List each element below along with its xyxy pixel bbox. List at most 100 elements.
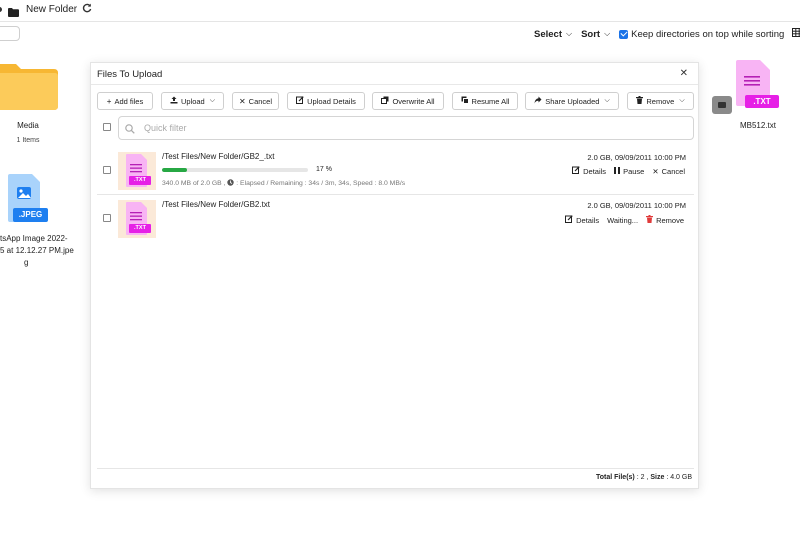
remove-button[interactable]: Remove ⌵: [627, 92, 694, 110]
sort-label: Sort: [581, 28, 601, 40]
upload-progress-bar: [162, 168, 308, 172]
grid-view-icon[interactable]: [792, 28, 800, 40]
file-type-badge: [712, 96, 732, 114]
remove-label: Remove: [646, 96, 675, 106]
cancel-button[interactable]: ✕ Cancel: [232, 92, 279, 110]
size-label: Size: [650, 474, 665, 481]
jpeg-file-name-2: 5 at 12.12.27 PM.jpe: [0, 246, 74, 255]
progress-fill: [162, 168, 187, 172]
size-value: : 4.0 GB: [666, 474, 692, 481]
dot-icon: [0, 7, 2, 12]
jpeg-file-name-3: g: [24, 258, 29, 267]
edit-icon: [565, 215, 573, 225]
add-files-label: Add files: [114, 96, 144, 106]
cancel-label: Cancel: [248, 96, 273, 106]
divider: [91, 84, 698, 85]
file-path: /Test Files/New Folder/GB2.txt: [162, 200, 271, 209]
overwrite-all-label: Overwrite All: [392, 96, 435, 106]
total-files-value: : 2 ,: [636, 474, 649, 481]
media-folder-count: 1 Items: [16, 137, 40, 144]
clock-icon: [227, 179, 235, 187]
upload-details-button[interactable]: Upload Details: [287, 92, 365, 110]
close-icon[interactable]: ✕: [680, 68, 688, 79]
cancel-upload-label: Cancel: [661, 166, 685, 176]
txt-badge: .TXT: [745, 95, 779, 108]
resume-all-label: Resume All: [471, 96, 510, 106]
chevron-down-icon: ⌵: [209, 97, 216, 104]
txt-badge: .TXT: [129, 176, 151, 185]
divider: [97, 468, 694, 469]
total-files-label: Total File(s): [595, 474, 635, 481]
row-checkbox[interactable]: [103, 214, 111, 222]
jpeg-file-name-1: tsApp Image 2022-: [0, 234, 68, 243]
file-meta: 2.0 GB, 09/09/2011 10:00 PM: [587, 201, 686, 210]
trash-icon: [646, 215, 654, 225]
remove-row-label: Remove: [656, 215, 684, 225]
upload-label: Upload: [180, 96, 205, 106]
divider: [97, 194, 694, 195]
upload-icon: [170, 96, 178, 106]
pause-button[interactable]: Pause: [614, 166, 645, 176]
file-path: /Test Files/New Folder/GB2_.txt: [162, 152, 275, 161]
row-actions: Details Waiting... Remove: [565, 215, 684, 225]
dialog-title: Files To Upload: [97, 69, 163, 80]
quick-filter-placeholder: Quick filter: [144, 123, 187, 133]
view-toolbar: Select ⌵ Sort ⌵ Keep directories on top wh…: [534, 28, 800, 40]
txt-thumbnail: .TXT: [118, 152, 156, 190]
edit-icon: [296, 96, 304, 106]
timing-stats: : Elapsed / Remaining : 34s / 3m, 34s, S…: [236, 180, 406, 187]
overwrite-all-button[interactable]: Overwrite All: [372, 92, 444, 110]
txt-thumbnail: .TXT: [118, 200, 156, 238]
keep-directories-checkbox[interactable]: [619, 29, 629, 39]
quick-filter-input[interactable]: Quick filter: [118, 116, 694, 140]
search-input[interactable]: [0, 26, 20, 41]
share-icon: [534, 96, 542, 106]
file-meta: 2.0 GB, 09/09/2011 10:00 PM: [587, 153, 686, 162]
select-all-checkbox[interactable]: [103, 123, 111, 131]
cancel-upload-button[interactable]: ✕ Cancel: [652, 167, 685, 176]
chevron-down-icon: ⌵: [604, 29, 611, 38]
copy-icon: [381, 96, 389, 106]
keep-directories-label: Keep directories on top while sorting: [631, 28, 785, 40]
jpeg-badge: .JPEG: [13, 208, 48, 222]
details-label: Details: [576, 215, 600, 225]
plus-icon: +: [106, 96, 112, 106]
media-folder-tile[interactable]: [0, 62, 58, 115]
close-icon: ✕: [652, 166, 659, 176]
refresh-icon[interactable]: [82, 3, 92, 16]
divider: [0, 21, 800, 22]
progress-percent: 17 %: [316, 166, 332, 173]
search-icon: [125, 121, 135, 134]
status-text: Waiting...: [607, 215, 639, 225]
chevron-down-icon: ⌵: [604, 97, 610, 104]
row-checkbox[interactable]: [103, 166, 111, 174]
upload-button[interactable]: Upload ⌵: [161, 92, 224, 110]
details-button[interactable]: Details: [565, 215, 599, 225]
edit-icon: [572, 166, 580, 176]
upload-stats: 340.0 MB of 2.0 GB , : Elapsed / Remaini…: [162, 179, 405, 187]
sort-button[interactable]: Sort ⌵: [581, 29, 610, 40]
select-label: Select: [534, 28, 562, 40]
pause-icon: [614, 166, 621, 176]
row-actions: Details Pause ✕ Cancel: [572, 166, 685, 176]
share-uploaded-label: Share Uploaded: [545, 96, 600, 106]
share-uploaded-button[interactable]: Share Uploaded ⌵: [525, 92, 619, 110]
select-button[interactable]: Select ⌵: [534, 29, 572, 40]
details-button[interactable]: Details: [572, 166, 606, 176]
folder-icon: [8, 4, 19, 22]
media-folder-name: Media: [17, 121, 39, 130]
resume-all-button[interactable]: Resume All: [452, 92, 518, 110]
chevron-down-icon: ⌵: [566, 29, 573, 38]
txt-file-name: MB512.txt: [739, 121, 776, 130]
size-progress: 340.0 MB of 2.0 GB ,: [162, 180, 226, 187]
dialog-footer: Total File(s) : 2 , Size : 4.0 GB: [596, 474, 692, 481]
copy-icon: [461, 96, 469, 106]
top-bar: New Folder: [0, 0, 800, 20]
remove-row-button[interactable]: Remove: [646, 215, 684, 225]
add-files-button[interactable]: + Add files: [97, 92, 153, 110]
pause-label: Pause: [623, 166, 645, 176]
breadcrumb-folder[interactable]: New Folder: [26, 4, 77, 15]
folder-icon: [0, 64, 58, 110]
upload-dialog: Files To Upload ✕ + Add files Upload ⌵ ✕ Ca…: [90, 62, 699, 489]
details-label: Details: [583, 166, 607, 176]
